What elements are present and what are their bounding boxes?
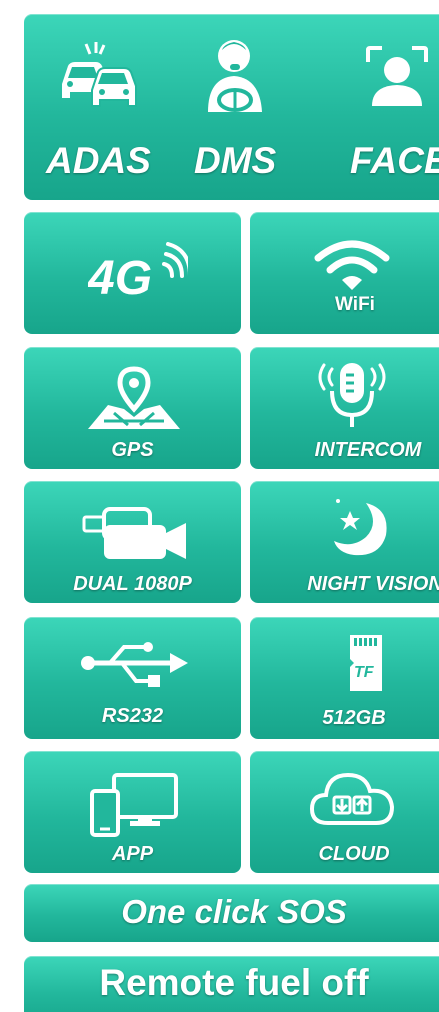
feature-label: INTERCOM — [314, 439, 422, 461]
face-recognition-icon — [366, 46, 428, 108]
feature-tile-4g: 4G — [24, 212, 241, 334]
video-camera-icon — [82, 503, 192, 563]
driver-monitor-icon — [204, 36, 266, 114]
wifi-icon — [312, 236, 392, 296]
sos-label: One click SOS — [121, 893, 347, 930]
feature-label: FACE — [350, 140, 439, 181]
fuel-off-bar: Remote fuel off — [24, 956, 439, 1012]
feature-label: 512GB — [322, 707, 386, 729]
feature-label: DMS — [194, 140, 277, 181]
feature-tile-rs232: RS232 — [24, 617, 241, 739]
feature-tile-gps: GPS — [24, 347, 241, 469]
feature-label: GPS — [111, 439, 154, 461]
feature-tile-512gb: TF 512GB — [250, 617, 439, 739]
feature-tile-app: APP — [24, 751, 241, 873]
top-features-banner: ADAS DMS FACE — [24, 14, 439, 200]
usb-icon — [80, 641, 192, 695]
feature-label: APP — [111, 843, 154, 865]
feature-label: WiFi — [335, 294, 375, 315]
4g-signal-icon: 4G — [88, 242, 188, 302]
car-collision-icon — [58, 40, 140, 112]
devices-icon — [90, 773, 178, 837]
feature-label: DUAL 1080P — [73, 573, 192, 595]
cloud-transfer-icon — [310, 767, 394, 831]
tf-card-icon: TF — [346, 633, 386, 693]
feature-tile-intercom: INTERCOM — [250, 347, 439, 469]
feature-label: ADAS — [46, 140, 151, 181]
feature-panel: ADAS DMS FACE 4G WiFi GPS INTERCOM DUAL … — [0, 0, 439, 1012]
feature-label: NIGHT VISION — [307, 573, 439, 595]
gps-map-pin-icon — [84, 365, 184, 433]
feature-tile-wifi: WiFi — [250, 212, 439, 334]
feature-label: CLOUD — [318, 843, 390, 865]
microphone-icon — [314, 361, 390, 437]
svg-text:4G: 4G — [88, 252, 152, 302]
feature-tile-dual1080p: DUAL 1080P — [24, 481, 241, 603]
feature-tile-cloud: CLOUD — [250, 751, 439, 873]
feature-label: RS232 — [101, 705, 164, 727]
sos-bar: One click SOS — [24, 884, 439, 942]
fuel-off-label: Remote fuel off — [99, 962, 369, 1003]
feature-face: FACE — [324, 14, 439, 200]
feature-adas: ADAS — [46, 14, 166, 200]
moon-star-icon — [330, 495, 390, 559]
feature-tile-night-vision: NIGHT VISION — [250, 481, 439, 603]
feature-dms: DMS — [174, 14, 294, 200]
svg-text:TF: TF — [354, 664, 375, 681]
